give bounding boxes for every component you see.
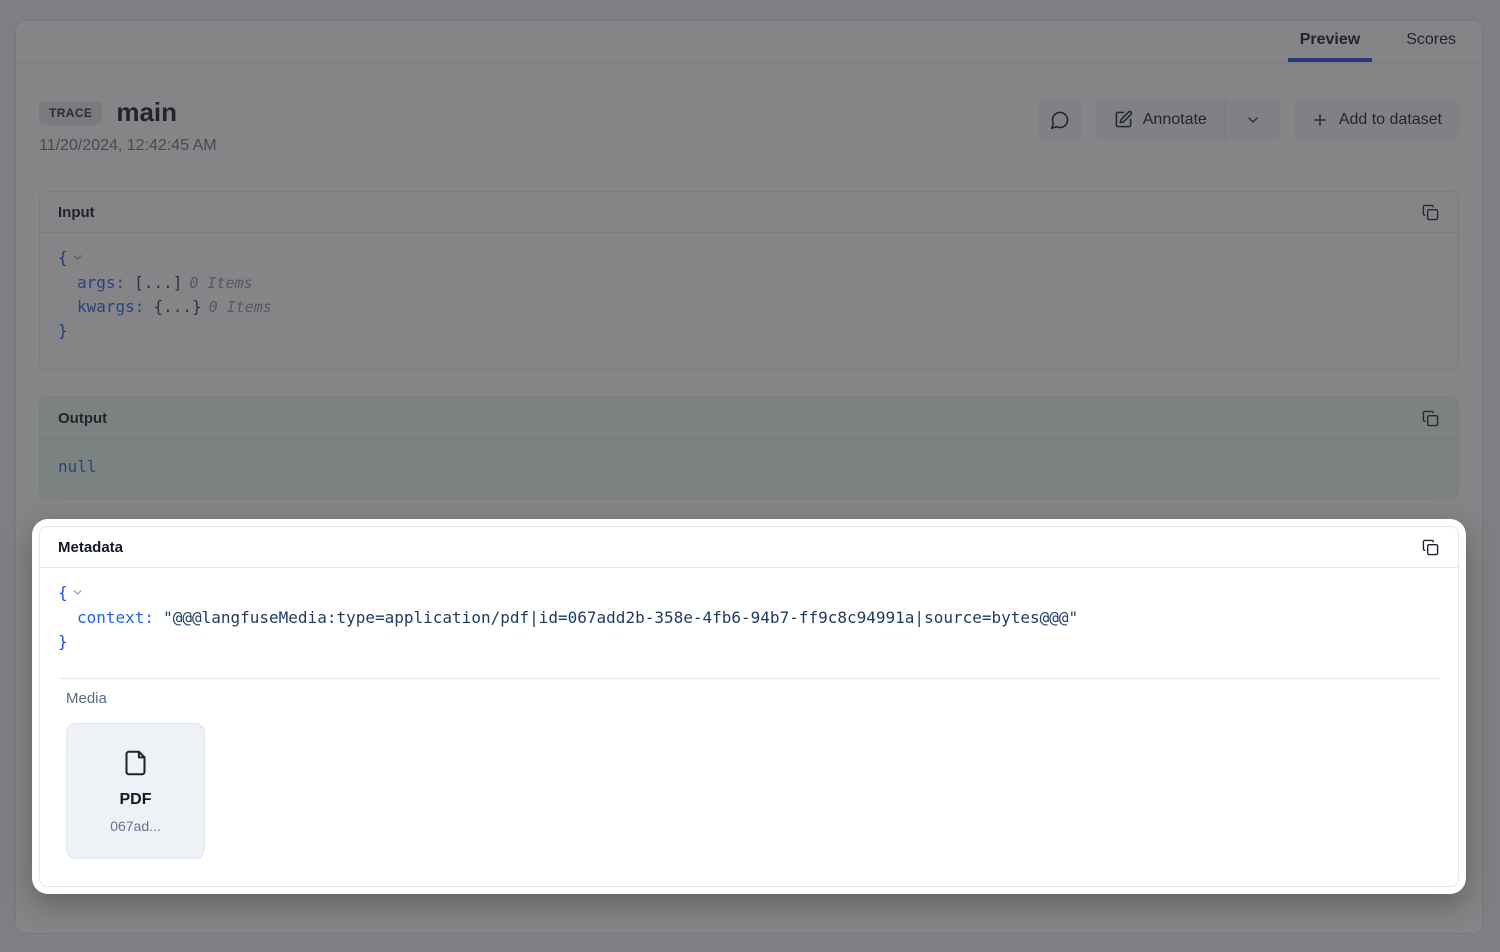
json-open-brace: {	[58, 248, 68, 267]
media-section-label: Media	[66, 690, 1432, 707]
metadata-panel: Metadata { context: "@@@langfuseMedia:typ…	[39, 526, 1459, 887]
media-file-type: PDF	[120, 791, 152, 809]
metadata-json-viewer: { context: "@@@langfuseMedia:type=applica…	[40, 568, 1458, 660]
output-panel-title: Output	[58, 410, 107, 427]
plus-icon	[1311, 111, 1329, 129]
metadata-panel-title: Metadata	[58, 539, 123, 556]
json-key: kwargs:	[77, 297, 144, 316]
annotate-button-group: Annotate	[1096, 99, 1280, 140]
copy-output-button[interactable]	[1414, 402, 1446, 434]
json-row-context: context: "@@@langfuseMedia:type=applicati…	[58, 606, 1440, 630]
annotate-label: Annotate	[1143, 111, 1207, 129]
trace-timestamp: 11/20/2024, 12:42:45 AM	[39, 137, 217, 155]
json-close-brace: }	[58, 321, 68, 340]
json-close-brace: }	[58, 632, 68, 651]
json-collapsed-value[interactable]: {...}	[153, 297, 201, 316]
square-pen-icon	[1114, 110, 1133, 129]
json-item-count: 0 Items	[189, 274, 252, 292]
output-null-value: null	[58, 457, 97, 476]
json-string-value: "@@@langfuseMedia:type=application/pdf|i…	[163, 608, 1078, 627]
input-panel-title: Input	[58, 204, 95, 221]
comment-button[interactable]	[1038, 99, 1082, 140]
pdf-media-card[interactable]: PDF 067ad...	[66, 723, 205, 859]
annotate-button[interactable]: Annotate	[1096, 99, 1225, 140]
trace-badge: TRACE	[39, 101, 102, 125]
json-open-brace: {	[58, 583, 68, 602]
copy-icon	[1422, 204, 1439, 221]
output-json-viewer: null	[40, 439, 1458, 498]
trace-detail-card: Preview Scores TRACE main 11/20/2024, 12…	[15, 20, 1483, 934]
trace-actions: Annotate Add to dataset	[1038, 99, 1459, 140]
tab-scores[interactable]: Scores	[1394, 21, 1468, 62]
collapse-toggle-icon[interactable]	[71, 249, 84, 268]
input-json-viewer: { args:[...]0 Items kwargs:{...}0 Items …	[40, 233, 1458, 369]
output-panel: Output null	[39, 397, 1459, 499]
file-icon	[122, 748, 149, 778]
tab-preview[interactable]: Preview	[1288, 21, 1372, 62]
copy-icon	[1422, 410, 1439, 427]
trace-content: TRACE main 11/20/2024, 12:42:45 AM	[16, 97, 1482, 894]
media-file-id: 067ad...	[110, 818, 161, 834]
json-collapsed-value[interactable]: [...]	[134, 273, 182, 292]
trace-identity: TRACE main 11/20/2024, 12:42:45 AM	[39, 97, 217, 155]
json-item-count: 0 Items	[209, 298, 272, 316]
chevron-down-icon	[1245, 112, 1261, 128]
trace-header: TRACE main 11/20/2024, 12:42:45 AM	[39, 97, 1459, 155]
json-row-kwargs: kwargs: {...} 0 Items	[58, 295, 1440, 319]
json-key: context:	[77, 608, 154, 627]
message-circle-icon	[1050, 110, 1070, 130]
add-to-dataset-button[interactable]: Add to dataset	[1294, 99, 1459, 140]
metadata-spotlight-ring: Metadata { context: "@@@langfuseMedia:typ…	[32, 519, 1466, 894]
add-to-dataset-label: Add to dataset	[1339, 111, 1442, 129]
media-section: Media PDF 067ad...	[58, 678, 1440, 886]
copy-metadata-button[interactable]	[1414, 531, 1446, 563]
input-panel: Input { args: [...] 0 Items kwargs: {...} 0 …	[39, 191, 1459, 370]
tab-bar: Preview Scores	[16, 21, 1482, 63]
annotate-dropdown-button[interactable]	[1226, 99, 1280, 140]
copy-icon	[1422, 539, 1439, 556]
collapse-toggle-icon[interactable]	[71, 584, 84, 603]
copy-input-button[interactable]	[1414, 196, 1446, 228]
json-row-args: args: [...] 0 Items	[58, 271, 1440, 295]
json-key: args:	[77, 273, 125, 292]
page-title: main	[116, 97, 177, 128]
